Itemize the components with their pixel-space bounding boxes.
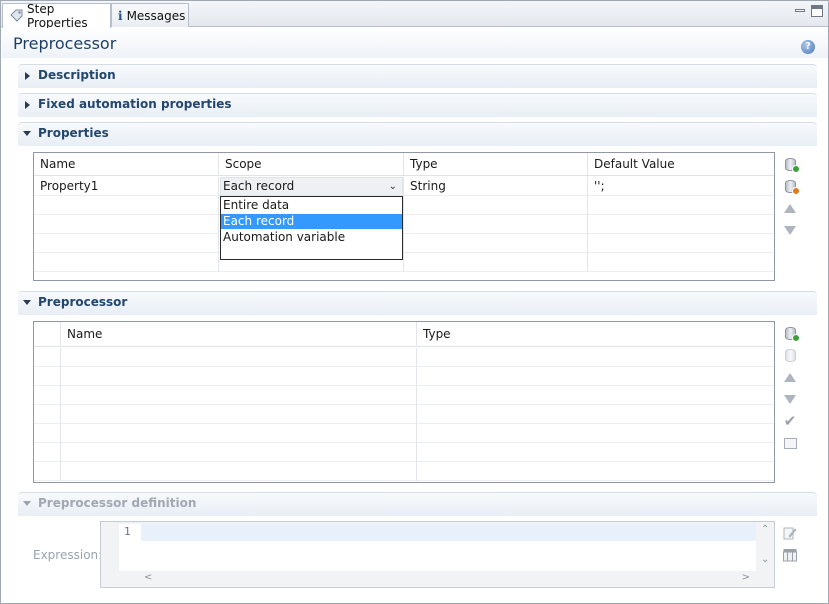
move-down-button[interactable] xyxy=(782,222,798,238)
scroll-right-icon[interactable]: > xyxy=(742,572,750,583)
help-icon[interactable]: ? xyxy=(801,40,815,54)
section-preprocessor-definition[interactable]: Preprocessor definition xyxy=(18,492,817,516)
table-row[interactable] xyxy=(34,348,774,367)
code-text-area[interactable] xyxy=(141,541,756,571)
line-number-gutter: 1 xyxy=(119,524,141,571)
database-remove-icon xyxy=(784,348,796,362)
table-row[interactable] xyxy=(34,367,774,386)
section-properties[interactable]: Properties xyxy=(18,122,817,146)
minimize-icon xyxy=(795,9,805,12)
scope-combobox[interactable]: Each record ⌄ xyxy=(220,177,403,196)
table-row[interactable] xyxy=(34,424,774,443)
column-header-name[interactable]: Name xyxy=(34,153,219,175)
dropdown-option-entire-data[interactable]: Entire data xyxy=(221,198,402,213)
section-preprocessor[interactable]: Preprocessor xyxy=(18,291,817,315)
validate-button[interactable]: ✔ xyxy=(782,412,798,430)
section-fixed-automation[interactable]: Fixed automation properties xyxy=(18,93,817,117)
move-down-button[interactable] xyxy=(782,391,798,407)
arrow-up-icon xyxy=(784,372,796,382)
page-title: Preprocessor xyxy=(13,34,117,53)
cell-property-name[interactable]: Property1 xyxy=(34,177,219,196)
expand-arrow-icon xyxy=(25,101,30,109)
tag-icon xyxy=(9,9,23,23)
section-fixed-title: Fixed automation properties xyxy=(38,97,232,111)
expand-arrow-icon xyxy=(25,72,30,80)
tab-step-properties[interactable]: Step Properties xyxy=(2,2,111,30)
cell-default-value[interactable]: ''; xyxy=(588,177,774,196)
column-header-scope[interactable]: Scope xyxy=(219,153,404,175)
database-add-icon xyxy=(784,326,800,342)
table-builder-icon xyxy=(783,549,797,562)
tab-messages-label: Messages xyxy=(126,8,186,23)
column-header-type[interactable]: Type xyxy=(404,153,588,175)
table-row[interactable] xyxy=(34,234,774,253)
tab-bar: Step Properties i Messages xyxy=(1,1,828,30)
section-description[interactable]: Description xyxy=(18,64,817,88)
scope-dropdown-list: Entire data Each record Automation varia… xyxy=(220,196,403,260)
column-header-name[interactable]: Name xyxy=(61,322,417,347)
table-header-row: Name Type xyxy=(34,322,774,347)
add-preprocessor-button[interactable] xyxy=(782,325,800,342)
table-row[interactable] xyxy=(34,253,774,272)
preprocessor-table: Name Type xyxy=(33,321,775,483)
form-header: Preprocessor ? xyxy=(2,28,828,58)
horizontal-scrollbar[interactable]: < > xyxy=(141,571,756,587)
minimize-button[interactable] xyxy=(794,5,806,17)
database-remove-icon xyxy=(784,179,800,195)
edit-preprocessor-button[interactable] xyxy=(782,435,798,451)
arrow-up-icon xyxy=(784,203,796,213)
table-row[interactable]: Property1 String ''; xyxy=(34,177,774,196)
collapse-arrow-icon xyxy=(23,131,31,136)
arrow-down-icon xyxy=(784,394,796,404)
expression-editor[interactable]: 1 ⌃ ⌄ < > xyxy=(100,521,775,588)
maximize-icon xyxy=(812,6,822,9)
database-add-icon xyxy=(784,157,800,173)
table-row[interactable] xyxy=(34,386,774,405)
table-row[interactable] xyxy=(34,405,774,424)
table-row[interactable] xyxy=(34,196,774,215)
section-definition-title: Preprocessor definition xyxy=(38,496,197,510)
move-up-button[interactable] xyxy=(782,200,798,216)
move-up-button[interactable] xyxy=(782,369,798,385)
scroll-up-icon[interactable]: ⌃ xyxy=(761,524,769,535)
table-header-row: Name Scope Type Default Value xyxy=(34,153,774,176)
arrow-down-icon xyxy=(784,225,796,235)
tab-messages[interactable]: i Messages xyxy=(111,3,189,27)
section-properties-title: Properties xyxy=(38,126,109,140)
collapse-arrow-icon xyxy=(23,300,31,305)
expression-builder-button[interactable] xyxy=(782,547,798,563)
add-property-button[interactable] xyxy=(782,156,800,173)
table-row[interactable] xyxy=(34,215,774,234)
checkmark-icon: ✔ xyxy=(783,412,797,430)
table-row[interactable] xyxy=(34,462,774,481)
step-properties-view: Step Properties i Messages Preprocessor … xyxy=(0,0,829,604)
dropdown-option-each-record[interactable]: Each record xyxy=(221,214,402,229)
table-row[interactable] xyxy=(34,443,774,462)
remove-property-button[interactable] xyxy=(782,178,800,195)
scope-combobox-value: Each record xyxy=(223,179,295,193)
remove-preprocessor-button[interactable] xyxy=(782,347,798,363)
section-preprocessor-title: Preprocessor xyxy=(38,295,128,309)
edit-expression-button[interactable] xyxy=(782,525,798,541)
document-edit-icon xyxy=(783,437,797,449)
maximize-button[interactable] xyxy=(811,5,823,17)
column-header-type[interactable]: Type xyxy=(417,322,774,347)
scroll-left-icon[interactable]: < xyxy=(144,572,152,583)
collapse-arrow-icon xyxy=(23,501,31,506)
line-number: 1 xyxy=(124,525,131,538)
info-icon: i xyxy=(118,8,123,23)
properties-table: Name Scope Type Default Value Property1 … xyxy=(33,152,775,281)
pencil-icon xyxy=(783,527,797,540)
dropdown-option-automation-variable[interactable]: Automation variable xyxy=(221,230,402,245)
vertical-scrollbar[interactable]: ⌃ ⌄ xyxy=(756,522,774,570)
cell-type[interactable]: String xyxy=(404,177,588,196)
section-description-title: Description xyxy=(38,68,116,82)
current-line-highlight[interactable] xyxy=(141,524,756,541)
chevron-down-icon: ⌄ xyxy=(388,181,397,192)
tab-step-properties-label: Step Properties xyxy=(27,2,88,30)
scroll-down-icon[interactable]: ⌄ xyxy=(761,554,769,565)
column-header-default-value[interactable]: Default Value xyxy=(588,153,774,175)
expression-label: Expression: xyxy=(33,548,103,562)
